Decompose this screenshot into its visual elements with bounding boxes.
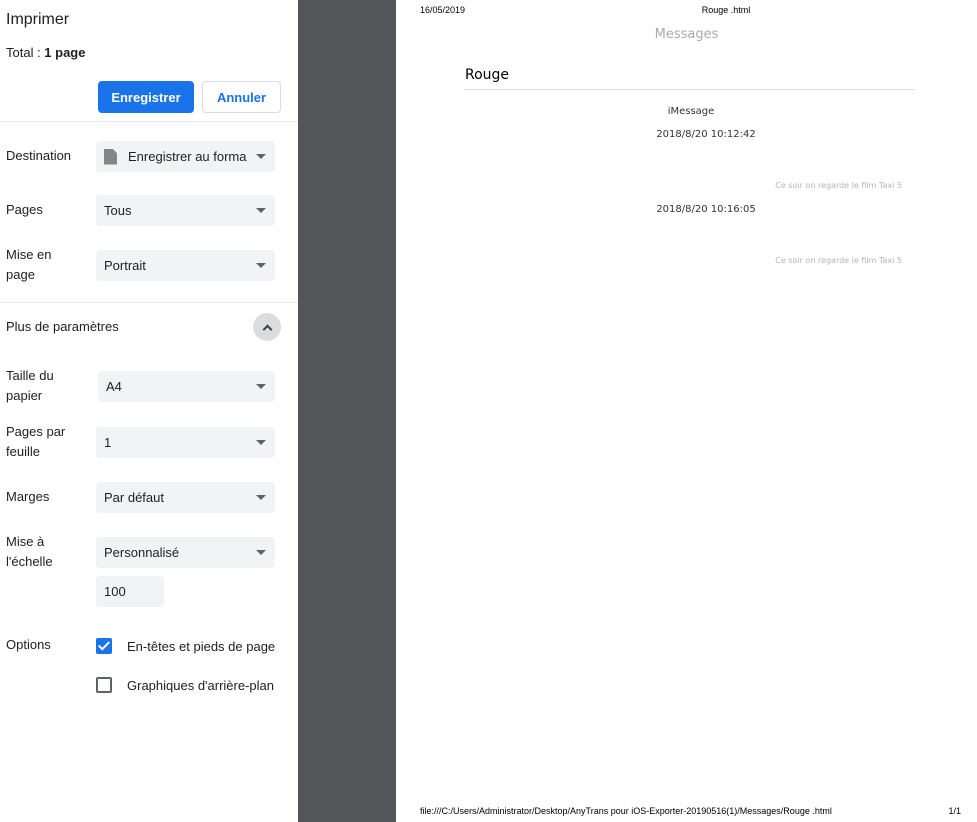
dropdown-arrow-icon xyxy=(256,154,266,159)
message-text: Ce soir on regarde le film Taxi 5 xyxy=(775,256,902,265)
print-preview-page: 16/05/2019 Rouge .html Messages Rouge iM… xyxy=(396,0,977,822)
preview-background xyxy=(298,0,396,822)
scale-label: Mise à l'échelle xyxy=(6,534,53,569)
header-title: Rouge .html xyxy=(701,5,751,15)
paper-size-select[interactable]: A4 xyxy=(98,371,275,402)
print-settings-panel: Imprimer Total : 1 page Enregistrer Annu… xyxy=(0,0,298,822)
scale-input[interactable]: 100 xyxy=(96,576,164,607)
more-settings-label[interactable]: Plus de paramètres xyxy=(6,317,206,337)
background-graphics-checkbox[interactable] xyxy=(96,677,112,693)
pages-per-sheet-select[interactable]: 1 xyxy=(96,427,275,458)
layout-select[interactable]: Portrait xyxy=(96,250,275,281)
destination-value: Enregistrer au forma xyxy=(128,149,247,164)
margins-label: Marges xyxy=(6,489,50,504)
divider xyxy=(0,121,298,122)
dropdown-arrow-icon xyxy=(256,384,266,389)
contact-name: Rouge xyxy=(465,67,510,83)
layout-value: Portrait xyxy=(104,258,146,273)
margins-select[interactable]: Par défaut xyxy=(96,482,275,513)
dialog-title: Imprimer xyxy=(6,11,70,28)
cancel-button[interactable]: Annuler xyxy=(202,81,281,113)
collapse-more-settings-button[interactable] xyxy=(253,313,281,341)
paper-size-value: A4 xyxy=(106,379,122,394)
pages-per-sheet-label: Pages par feuille xyxy=(6,424,66,459)
headers-footers-checkbox[interactable] xyxy=(96,638,112,654)
margins-value: Par défaut xyxy=(104,490,164,505)
pages-label: Pages xyxy=(6,202,43,217)
divider xyxy=(0,302,298,303)
message-text: Ce soir on regarde le film Taxi 5 xyxy=(775,181,902,190)
pages-value: Tous xyxy=(104,203,132,218)
dropdown-arrow-icon xyxy=(256,440,266,445)
message-timestamp: 2018/8/20 10:12:42 xyxy=(656,129,756,140)
destination-select[interactable]: Enregistrer au forma xyxy=(96,141,275,172)
dropdown-arrow-icon xyxy=(256,550,266,555)
options-label: Options xyxy=(6,637,51,652)
background-graphics-label[interactable]: Graphiques d'arrière-plan xyxy=(127,678,274,693)
save-button[interactable]: Enregistrer xyxy=(98,81,194,113)
message-timestamp: 2018/8/20 10:16:05 xyxy=(656,204,756,215)
footer-page-number: 1/1 xyxy=(948,806,961,816)
headers-footers-label[interactable]: En-têtes et pieds de page xyxy=(127,639,275,654)
destination-label: Destination xyxy=(6,148,72,163)
total-value: 1 page xyxy=(44,45,86,60)
service-label: iMessage xyxy=(667,106,715,117)
layout-label: Mise en page xyxy=(6,247,52,282)
pages-select[interactable]: Tous xyxy=(96,195,275,226)
paper-size-label: Taille du papier xyxy=(6,368,54,403)
chevron-up-icon xyxy=(262,324,272,334)
scale-value: Personnalisé xyxy=(104,545,180,560)
dropdown-arrow-icon xyxy=(256,495,266,500)
document-icon xyxy=(104,148,117,165)
dropdown-arrow-icon xyxy=(256,263,266,268)
dropdown-arrow-icon xyxy=(256,208,266,213)
divider xyxy=(464,89,915,90)
messages-title: Messages xyxy=(654,27,719,42)
total-label: Total : xyxy=(6,45,45,60)
footer-url: file:///C:/Users/Administrator/Desktop/A… xyxy=(420,806,832,816)
scale-select[interactable]: Personnalisé xyxy=(96,537,275,568)
page-count: Total : 1 page xyxy=(6,45,85,60)
pages-per-sheet-value: 1 xyxy=(104,435,112,450)
